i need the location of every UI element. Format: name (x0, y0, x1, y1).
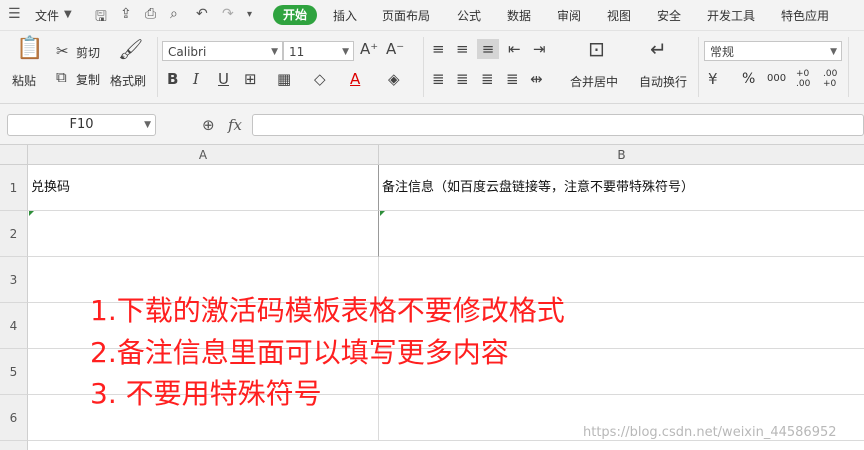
font-name-value: Calibri (168, 45, 207, 59)
annotation-line-3: 3. 不要用特殊符号 (90, 377, 322, 410)
row-header-1[interactable]: 1 (0, 165, 28, 211)
italic-icon[interactable]: I (193, 71, 199, 87)
bold-icon[interactable]: B (167, 71, 178, 87)
cell-b1[interactable]: 备注信息（如百度云盘链接等，注意不要带特殊符号） (379, 165, 864, 211)
tab-data[interactable]: 数据 (507, 7, 531, 24)
fx-icon[interactable]: fx (228, 116, 242, 134)
row-header-5[interactable]: 5 (0, 349, 28, 395)
divider (157, 37, 158, 97)
row-header-4[interactable]: 4 (0, 303, 28, 349)
zoom-icon[interactable]: ⊕ (202, 116, 215, 134)
align-right-icon[interactable]: ≣ (481, 71, 494, 87)
tab-view[interactable]: 视图 (607, 7, 631, 24)
eraser-icon[interactable]: ◈ (388, 71, 400, 87)
fill-color-icon[interactable]: ▦ (277, 71, 291, 87)
indent-decrease-icon[interactable]: ⇤ (508, 41, 521, 57)
merge-center-button[interactable]: 合并居中 (570, 73, 618, 90)
cell-marker-icon (380, 211, 385, 216)
row-header-2[interactable]: 2 (0, 211, 28, 257)
formula-input[interactable] (252, 114, 864, 136)
paste-button[interactable]: 粘贴 (12, 72, 36, 89)
row-header-6[interactable]: 6 (0, 395, 28, 441)
copy-icon[interactable]: ⧉ (56, 69, 67, 85)
redo-icon[interactable]: ↷ (222, 6, 234, 22)
cut-button[interactable]: 剪切 (76, 44, 100, 61)
font-size-value: 11 (289, 45, 305, 59)
tab-page-layout[interactable]: 页面布局 (382, 7, 430, 24)
font-size-select[interactable]: 11 ▼ (283, 41, 354, 61)
print-icon[interactable]: ⎙ (145, 6, 156, 22)
cell-a2[interactable] (28, 211, 379, 257)
menu-bar: ☰ 文件 ▼ 🖫 ⇪ ⎙ ⌕ ↶ ↷ ▾ 开始 插入 页面布局 公式 数据 审阅… (0, 0, 864, 31)
cell-marker-icon (29, 211, 34, 216)
thousands-button[interactable]: 000 (767, 73, 786, 84)
highlight-icon[interactable]: ◇ (314, 71, 326, 87)
wrap-text-button[interactable]: 自动换行 (639, 73, 687, 90)
percent-button[interactable]: % (742, 71, 755, 87)
column-header-b[interactable]: B (379, 145, 864, 165)
decrease-font-icon[interactable]: A⁻ (386, 41, 404, 57)
row-header-3[interactable]: 3 (0, 257, 28, 303)
ribbon: 📋 粘贴 ✂ 剪切 ⧉ 复制 🖌 格式刷 Calibri ▼ 11 ▼ A⁺ A… (0, 31, 864, 104)
select-all-corner[interactable] (0, 145, 28, 165)
number-format-value: 常规 (710, 45, 735, 59)
font-name-select[interactable]: Calibri ▼ (162, 41, 283, 61)
increase-decimal-button[interactable]: +0 .00 (796, 69, 818, 89)
currency-icon[interactable]: ¥ (708, 71, 718, 87)
save-icon[interactable]: 🖫 (95, 6, 107, 30)
formula-bar: F10 ▼ ⊕ fx (0, 104, 864, 145)
row-header-7[interactable] (0, 441, 28, 450)
align-left-icon[interactable]: ≣ (432, 71, 445, 87)
number-format-select[interactable]: 常规 ▼ (704, 41, 842, 61)
copy-button[interactable]: 复制 (76, 71, 100, 88)
name-box-value: F10 (69, 117, 94, 132)
column-header-a[interactable]: A (28, 145, 379, 165)
decrease-decimal-button[interactable]: .00 +0 (823, 69, 845, 89)
align-center-icon[interactable]: ≣ (456, 71, 469, 87)
indent-increase-icon[interactable]: ⇥ (533, 41, 546, 57)
align-middle-icon[interactable]: ≡ (456, 41, 469, 57)
scissors-icon[interactable]: ✂ (56, 43, 69, 59)
annotation-line-1: 1.下载的激活码模板表格不要修改格式 (90, 294, 565, 327)
wrap-text-icon[interactable]: ↵ (650, 39, 667, 59)
preview-icon[interactable]: ⌕ (170, 6, 178, 22)
cell-a1[interactable]: 兑换码 (28, 165, 379, 211)
menu-icon[interactable]: ☰ (8, 6, 21, 22)
chevron-down-icon: ▼ (830, 47, 837, 57)
paste-icon[interactable]: 📋 (16, 38, 43, 60)
merge-icon[interactable]: ⊡ (588, 39, 605, 59)
format-painter-icon[interactable]: 🖌 (118, 39, 143, 59)
annotation-line-2: 2.备注信息里面可以填写更多内容 (90, 336, 509, 369)
tab-start[interactable]: 开始 (273, 5, 317, 25)
tab-security[interactable]: 安全 (657, 7, 681, 24)
export-icon[interactable]: ⇪ (120, 6, 132, 22)
watermark: https://blog.csdn.net/weixin_44586952 (583, 425, 837, 440)
format-painter-button[interactable]: 格式刷 (110, 72, 146, 89)
name-box[interactable]: F10 ▼ (7, 114, 156, 136)
distribute-icon[interactable]: ⇹ (530, 71, 543, 87)
customize-icon[interactable]: ▾ (247, 9, 252, 20)
tab-review[interactable]: 审阅 (557, 7, 581, 24)
border-icon[interactable]: ⊞ (244, 71, 257, 87)
cell-b2[interactable] (379, 211, 864, 257)
tab-insert[interactable]: 插入 (333, 7, 357, 24)
increase-font-icon[interactable]: A⁺ (360, 41, 378, 57)
undo-icon[interactable]: ↶ (196, 6, 208, 22)
align-top-icon[interactable]: ≡ (432, 41, 445, 57)
align-bottom-icon[interactable]: ≡ (477, 39, 499, 59)
chevron-down-icon: ▼ (271, 47, 278, 57)
font-color-icon[interactable]: A (350, 71, 360, 87)
chevron-down-icon: ▼ (144, 120, 151, 130)
divider (423, 37, 424, 97)
tab-developer[interactable]: 开发工具 (707, 7, 755, 24)
chevron-down-icon: ▼ (342, 47, 349, 57)
divider (698, 37, 699, 97)
menu-file[interactable]: 文件 (35, 7, 59, 24)
underline-icon[interactable]: U (218, 71, 229, 87)
chevron-down-icon[interactable]: ▼ (64, 9, 72, 20)
justify-icon[interactable]: ≣ (506, 71, 519, 87)
divider (848, 37, 849, 97)
tab-features[interactable]: 特色应用 (781, 7, 829, 24)
tab-formulas[interactable]: 公式 (457, 7, 481, 24)
